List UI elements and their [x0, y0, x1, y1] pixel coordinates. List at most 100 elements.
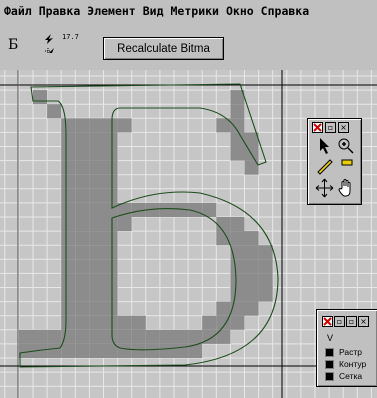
- raster-pixel: [244, 273, 259, 288]
- raster-pixel: [131, 315, 146, 330]
- raster-pixel: [216, 231, 231, 246]
- raster-pixel: [103, 146, 118, 161]
- raster-pixel: [89, 287, 104, 302]
- raster-pixel: [33, 90, 48, 105]
- menu-file[interactable]: Файл: [4, 4, 32, 18]
- scroll-icon: [315, 178, 334, 198]
- raster-pixel: [258, 259, 273, 274]
- layer-outline[interactable]: Контур: [325, 358, 366, 370]
- raster-pixel: [33, 329, 48, 344]
- raster-pixel: [89, 245, 104, 260]
- raster-pixel: [145, 329, 160, 344]
- raster-pixel: [75, 245, 90, 260]
- raster-pixel: [89, 146, 104, 161]
- raster-pixel: [230, 146, 245, 161]
- raster-pixel: [75, 301, 90, 316]
- palette-close-button[interactable]: [312, 122, 323, 133]
- raster-pixel: [230, 217, 245, 232]
- palette-close-x-button[interactable]: ×: [338, 122, 349, 133]
- raster-pixel: [61, 132, 76, 147]
- raster-pixel: [75, 343, 90, 358]
- raster-pixel: [61, 174, 76, 189]
- raster-pixel: [75, 174, 90, 189]
- raster-pixel: [103, 259, 118, 274]
- tool-pointer[interactable]: [315, 136, 334, 155]
- raster-pixel: [47, 104, 62, 119]
- raster-pixel: [89, 118, 104, 133]
- layer-raster-label: Растр: [339, 347, 362, 357]
- layer-grid-checkbox[interactable]: [325, 371, 334, 381]
- layers-maximize-button[interactable]: ▫: [346, 316, 357, 327]
- tool-scroll[interactable]: [315, 177, 334, 199]
- raster-pixel: [89, 259, 104, 274]
- raster-pixel: [230, 287, 245, 302]
- menu-edit[interactable]: Правка: [39, 4, 81, 18]
- raster-pixel: [103, 287, 118, 302]
- pointer-icon: [320, 138, 329, 154]
- menu-help[interactable]: Справка: [261, 4, 309, 18]
- menu-view[interactable]: Вид: [143, 4, 164, 18]
- raster-pixel: [174, 343, 189, 358]
- layer-raster[interactable]: Растр: [325, 346, 362, 358]
- layers-visibility-header: V: [327, 333, 334, 343]
- raster-pixel: [244, 287, 259, 302]
- pencil-icon: [317, 159, 333, 175]
- raster-pixel: [174, 329, 189, 344]
- tool-hand[interactable]: [336, 177, 355, 199]
- raster-pixel: [202, 315, 217, 330]
- tool-pencil[interactable]: [315, 156, 334, 175]
- raster-pixel: [61, 301, 76, 316]
- raster-pixel: [188, 329, 203, 344]
- layers-close-button[interactable]: [322, 316, 333, 327]
- menu-element[interactable]: Элемент: [87, 4, 135, 18]
- raster-pixel: [103, 202, 118, 217]
- raster-pixel: [103, 245, 118, 260]
- raster-pixel: [230, 104, 245, 119]
- raster-pixel: [145, 343, 160, 358]
- raster-pixel: [61, 343, 76, 358]
- menu-metrics[interactable]: Метрики: [171, 4, 219, 18]
- raster-pixel: [258, 273, 273, 288]
- raster-pixel: [89, 217, 104, 232]
- layers-close-x-button[interactable]: ×: [358, 316, 369, 327]
- raster-pixel: [61, 315, 76, 330]
- tool-zoom[interactable]: [336, 136, 355, 155]
- raster-pixel: [89, 329, 104, 344]
- raster-pixel: [117, 315, 132, 330]
- raster-pixel: [61, 188, 76, 203]
- raster-pixel: [75, 118, 90, 133]
- raster-pixel: [89, 231, 104, 246]
- raster-pixel: [61, 118, 76, 133]
- raster-pixel: [117, 329, 132, 344]
- layers-minimize-button[interactable]: ▫: [334, 316, 345, 327]
- point-size-value: 17.7: [62, 33, 79, 41]
- raster-pixel: [159, 329, 174, 344]
- layer-outline-label: Контур: [339, 359, 367, 369]
- menu-window[interactable]: Окно: [226, 4, 254, 18]
- raster-pixel: [103, 118, 118, 133]
- raster-pixel: [230, 273, 245, 288]
- raster-pixel: [89, 273, 104, 288]
- raster-pixel: [61, 202, 76, 217]
- palette-minimize-button[interactable]: ▫: [325, 122, 336, 133]
- recalculate-bitmap-button[interactable]: Recalculate Bitma: [103, 37, 224, 60]
- raster-pixel: [61, 245, 76, 260]
- raster-pixel: [131, 343, 146, 358]
- raster-pixel: [75, 259, 90, 274]
- raster-pixel: [75, 188, 90, 203]
- raster-pixel: [103, 343, 118, 358]
- tool-ruler[interactable]: [336, 156, 355, 175]
- layers-palette: ▫ ▫ × V Растр Контур Сетка: [316, 309, 377, 387]
- raster-pixel: [75, 202, 90, 217]
- raster-pixel: [103, 160, 118, 175]
- layer-grid[interactable]: Сетка: [325, 370, 362, 382]
- glyph-char-label: Б: [8, 37, 19, 53]
- raster-pixel: [103, 315, 118, 330]
- raster-pixel: [89, 160, 104, 175]
- raster-pixel: [103, 188, 118, 203]
- layer-raster-checkbox[interactable]: [325, 347, 334, 357]
- raster-pixel: [61, 217, 76, 232]
- raster-pixel: [75, 315, 90, 330]
- layer-outline-checkbox[interactable]: [325, 359, 334, 369]
- raster-pixel: [244, 301, 259, 316]
